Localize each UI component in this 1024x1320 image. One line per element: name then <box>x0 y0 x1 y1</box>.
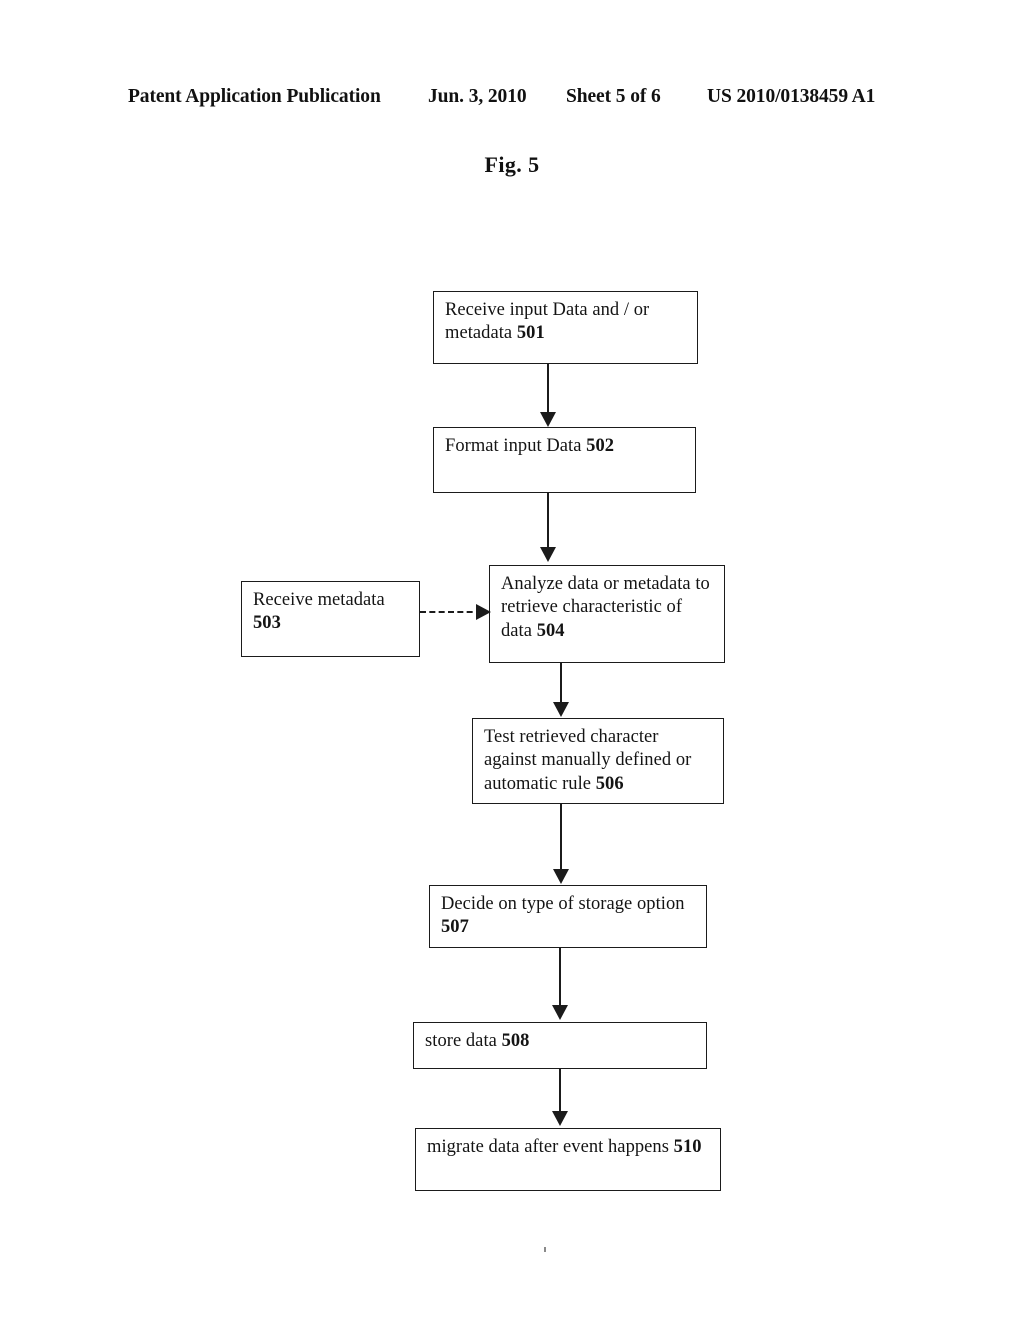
node-507-text: Decide on type of storage option <box>441 894 685 914</box>
flowchart-node-503: Receive metadata 503 <box>241 581 420 657</box>
flowchart-node-508: store data 508 <box>413 1022 707 1069</box>
arrowhead-icon <box>552 1111 568 1126</box>
connector-line <box>559 948 562 1008</box>
node-510-ref: 510 <box>673 1137 702 1157</box>
flowchart-node-506: Test retrieved character against manuall… <box>472 718 724 804</box>
node-502-text: Format input Data <box>445 436 587 456</box>
arrowhead-icon <box>553 702 569 717</box>
connector-line-dashed <box>420 611 482 613</box>
node-502-ref: 502 <box>586 436 615 456</box>
flowchart-node-501: Receive input Data and / or metadata 501 <box>433 291 698 364</box>
flowchart-diagram: Receive input Data and / or metadata 501… <box>0 0 1024 1320</box>
node-501-ref: 501 <box>516 323 545 344</box>
scan-artifact <box>544 1247 546 1252</box>
node-504-ref: 504 <box>536 620 565 641</box>
node-507-ref: 507 <box>441 917 469 938</box>
flowchart-node-507: Decide on type of storage option 507 <box>429 885 707 948</box>
node-508-text: store data <box>425 1031 502 1051</box>
flowchart-node-510: migrate data after event happens 510 <box>415 1128 721 1191</box>
connector-line <box>547 364 550 415</box>
connector-line <box>560 663 563 705</box>
node-506-ref: 506 <box>595 773 624 794</box>
node-503-ref: 503 <box>253 613 281 634</box>
arrowhead-icon <box>540 547 556 562</box>
node-504-text: Analyze data or metadata to retrieve cha… <box>501 574 710 641</box>
connector-line <box>559 1069 562 1114</box>
node-501-text: Receive input Data and / or metadata <box>445 300 650 344</box>
arrowhead-icon <box>540 412 556 427</box>
flowchart-node-502: Format input Data 502 <box>433 427 696 493</box>
node-510-text: migrate data after event happens <box>427 1137 674 1157</box>
node-503-text: Receive metadata <box>253 590 385 610</box>
arrowhead-icon <box>553 869 569 884</box>
node-506-text: Test retrieved character against manuall… <box>484 727 692 794</box>
connector-line <box>560 804 563 872</box>
flowchart-node-504: Analyze data or metadata to retrieve cha… <box>489 565 725 663</box>
connector-line <box>547 493 550 549</box>
node-508-ref: 508 <box>501 1031 530 1051</box>
arrowhead-icon <box>552 1005 568 1020</box>
